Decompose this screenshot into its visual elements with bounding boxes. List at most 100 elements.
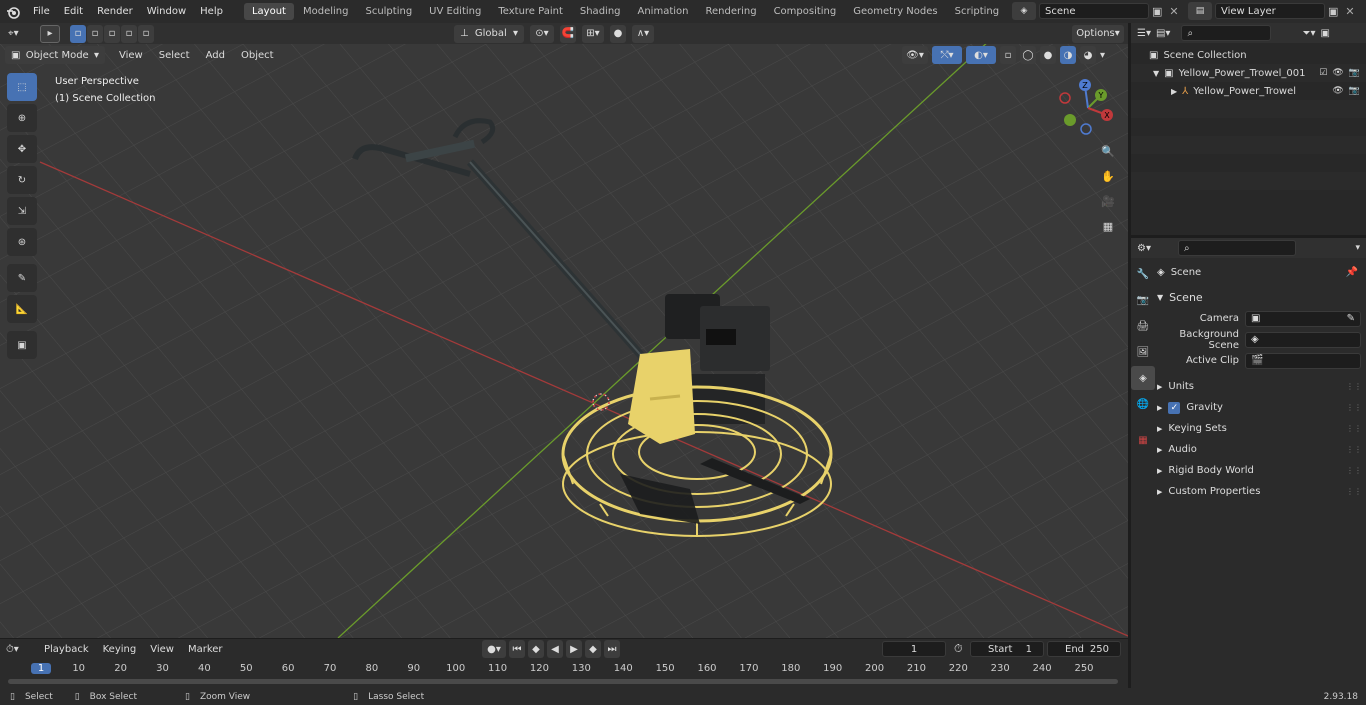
world-tab-icon[interactable]: 🌐 [1131, 392, 1155, 416]
drag-handle-icon[interactable]: ⋮⋮ [1346, 403, 1362, 412]
rotate-tool-icon[interactable]: ↻ [7, 166, 37, 194]
drag-handle-icon[interactable]: ⋮⋮ [1346, 445, 1362, 454]
expand-arrow-icon[interactable]: ▶ [1171, 87, 1177, 96]
timeline-menu-item[interactable]: Keying [97, 644, 143, 655]
transform-tool-icon[interactable]: ⊛ [7, 228, 37, 256]
timeline-menu-item[interactable]: Marker [182, 644, 229, 655]
record-icon[interactable]: ●▾ [482, 640, 506, 658]
timeline-editor-type-icon[interactable]: ⏱▾ [6, 644, 34, 655]
scene-new-icon[interactable]: ▣ [1152, 5, 1162, 18]
end-frame-field[interactable]: End 250 [1047, 641, 1121, 657]
jump-end-icon[interactable]: ⏭ [604, 640, 620, 658]
view-layer-tab-icon[interactable]: 🖼 [1131, 340, 1155, 364]
workspace-tab[interactable]: Modeling [295, 3, 357, 20]
drag-handle-icon[interactable]: ⋮⋮ [1346, 487, 1362, 496]
eyedropper-icon[interactable]: ✎ [1347, 313, 1355, 324]
scene-tab-icon[interactable]: ◈ [1131, 366, 1155, 390]
pivot-point-icon[interactable]: ⊙▾ [530, 24, 554, 43]
workspace-tab[interactable]: Rendering [697, 3, 764, 20]
scale-tool-icon[interactable]: ⇲ [7, 197, 37, 225]
select-intersect-icon[interactable]: ▫ [138, 24, 154, 43]
properties-options-icon[interactable]: ▾ [1355, 243, 1360, 253]
properties-editor-type-icon[interactable]: ⚙▾ [1137, 243, 1151, 254]
stopwatch-icon[interactable]: ⏱ [954, 642, 963, 656]
pan-hand-icon[interactable]: ✋ [1098, 166, 1118, 186]
properties-search-input[interactable]: ⌕ [1177, 240, 1296, 256]
outliner-display-mode-icon[interactable]: ▤▾ [1156, 28, 1170, 39]
navigation-gizmo[interactable]: Y Z X [1058, 78, 1118, 138]
render-camera-icon[interactable]: 📷 [1349, 86, 1360, 96]
timeline-ruler[interactable]: 1 10 20 30 40 50 60 70 80 90 100 110 120 130 140 150 160… [0, 661, 1128, 675]
filter-icon[interactable]: ⏷▾ [1302, 28, 1315, 39]
menu-edit[interactable]: Edit [57, 6, 90, 17]
scene-selector-icon[interactable]: ◈ [1012, 2, 1036, 20]
select-new-icon[interactable]: ▫ [70, 24, 86, 43]
select-extend-icon[interactable]: ▫ [87, 24, 103, 43]
expand-arrow-icon[interactable]: ▼ [1153, 69, 1159, 78]
subpanel-header[interactable]: ▶ ✓ Gravity ⋮⋮ [1157, 397, 1362, 418]
workspace-tab[interactable]: Sculpting [357, 3, 420, 20]
outliner-search-input[interactable]: ⌕ [1181, 25, 1272, 41]
camera-view-icon[interactable]: 🎥 [1098, 191, 1118, 211]
pin-icon[interactable]: 📌 [1346, 267, 1358, 278]
view-layer-new-icon[interactable]: ▣ [1328, 5, 1338, 18]
workspace-tab[interactable]: Animation [630, 3, 697, 20]
background-scene-field[interactable]: ◈ [1245, 331, 1361, 348]
shading-wireframe-icon[interactable]: ◯ [1020, 46, 1036, 64]
subpanel-header[interactable]: ▶ Audio ⋮⋮ [1157, 439, 1362, 460]
menu-render[interactable]: Render [90, 6, 140, 17]
render-tab-icon[interactable]: 📷 [1131, 288, 1155, 312]
workspace-tab[interactable]: Scripting [947, 3, 1007, 20]
active-clip-field[interactable]: 🎬 [1245, 352, 1361, 369]
select-box-tool-icon[interactable]: ⬚ [7, 73, 37, 101]
drag-handle-icon[interactable]: ⋮⋮ [1346, 466, 1362, 475]
menu-window[interactable]: Window [140, 6, 193, 17]
outliner-row-collection[interactable]: ▼ ▣ Yellow_Power_Trowel_001 ☑ 👁 📷 [1131, 64, 1366, 82]
workspace-tab[interactable]: Layout [243, 3, 294, 20]
camera-field[interactable]: ▣ ✎ [1245, 310, 1361, 327]
subpanel-header[interactable]: ▶ Custom Properties ⋮⋮ [1157, 481, 1362, 502]
overlays-toggle-icon[interactable]: ◐▾ [966, 46, 996, 64]
visibility-filter-icon[interactable]: 👁▾ [902, 46, 928, 64]
menu-help[interactable]: Help [193, 6, 230, 17]
proportional-falloff-icon[interactable]: ∧▾ [632, 24, 654, 43]
proportional-edit-icon[interactable]: ● [610, 24, 626, 43]
measure-tool-icon[interactable]: 📐 [7, 295, 37, 323]
scene-close-icon[interactable]: ✕ [1169, 5, 1178, 18]
play-icon[interactable]: ▶ [566, 640, 582, 658]
zoom-icon[interactable]: 🔍 [1098, 141, 1118, 161]
ortho-grid-icon[interactable]: ▦ [1098, 216, 1118, 236]
viewport-menu-item[interactable]: Select [151, 50, 198, 61]
checkbox-icon[interactable]: ☑ [1319, 68, 1327, 78]
select-subtract-icon[interactable]: ▫ [104, 24, 120, 43]
outliner-editor-type-icon[interactable]: ☰▾ [1137, 28, 1151, 39]
shading-rendered-icon[interactable]: ◕ [1080, 46, 1096, 64]
object-mode-dropdown[interactable]: ▣ Object Mode ▾ [5, 46, 105, 64]
transform-orientation-dropdown[interactable]: ⊥ Global ▾ [454, 24, 524, 43]
gizmo-toggle-icon[interactable]: ⤲▾ [932, 46, 962, 64]
snap-toggle-icon[interactable]: 🧲 [560, 24, 576, 43]
eye-icon[interactable]: 👁 [1332, 68, 1343, 78]
next-keyframe-icon[interactable]: ◆ [585, 640, 601, 658]
select-invert-icon[interactable]: ▫ [121, 24, 137, 43]
play-reverse-icon[interactable]: ◀ [547, 640, 563, 658]
blender-logo-icon[interactable] [0, 5, 26, 19]
shading-options-icon[interactable]: ▾ [1100, 50, 1105, 61]
active-tool-icon[interactable]: ▸ [40, 24, 60, 43]
subpanel-header[interactable]: ▶ Keying Sets ⋮⋮ [1157, 418, 1362, 439]
prev-keyframe-icon[interactable]: ◆ [528, 640, 544, 658]
timeline-scrollbar[interactable] [8, 679, 1118, 684]
shading-solid-icon[interactable]: ● [1040, 46, 1056, 64]
viewport-menu-item[interactable]: View [111, 50, 151, 61]
workspace-tab[interactable]: Shading [572, 3, 629, 20]
viewport-menu-item[interactable]: Object [233, 50, 282, 61]
workspace-tab[interactable]: UV Editing [421, 3, 489, 20]
workspace-tab[interactable]: Geometry Nodes [845, 3, 945, 20]
outliner-row-scene-collection[interactable]: ▣ Scene Collection [1131, 46, 1366, 64]
cursor-tool-icon[interactable]: ⊕ [7, 104, 37, 132]
move-tool-icon[interactable]: ✥ [7, 135, 37, 163]
new-collection-icon[interactable]: ▣ [1320, 28, 1329, 39]
timeline-menu-item[interactable]: View [144, 644, 180, 655]
menu-file[interactable]: File [26, 6, 57, 17]
options-dropdown[interactable]: Options ▾ [1072, 24, 1124, 43]
